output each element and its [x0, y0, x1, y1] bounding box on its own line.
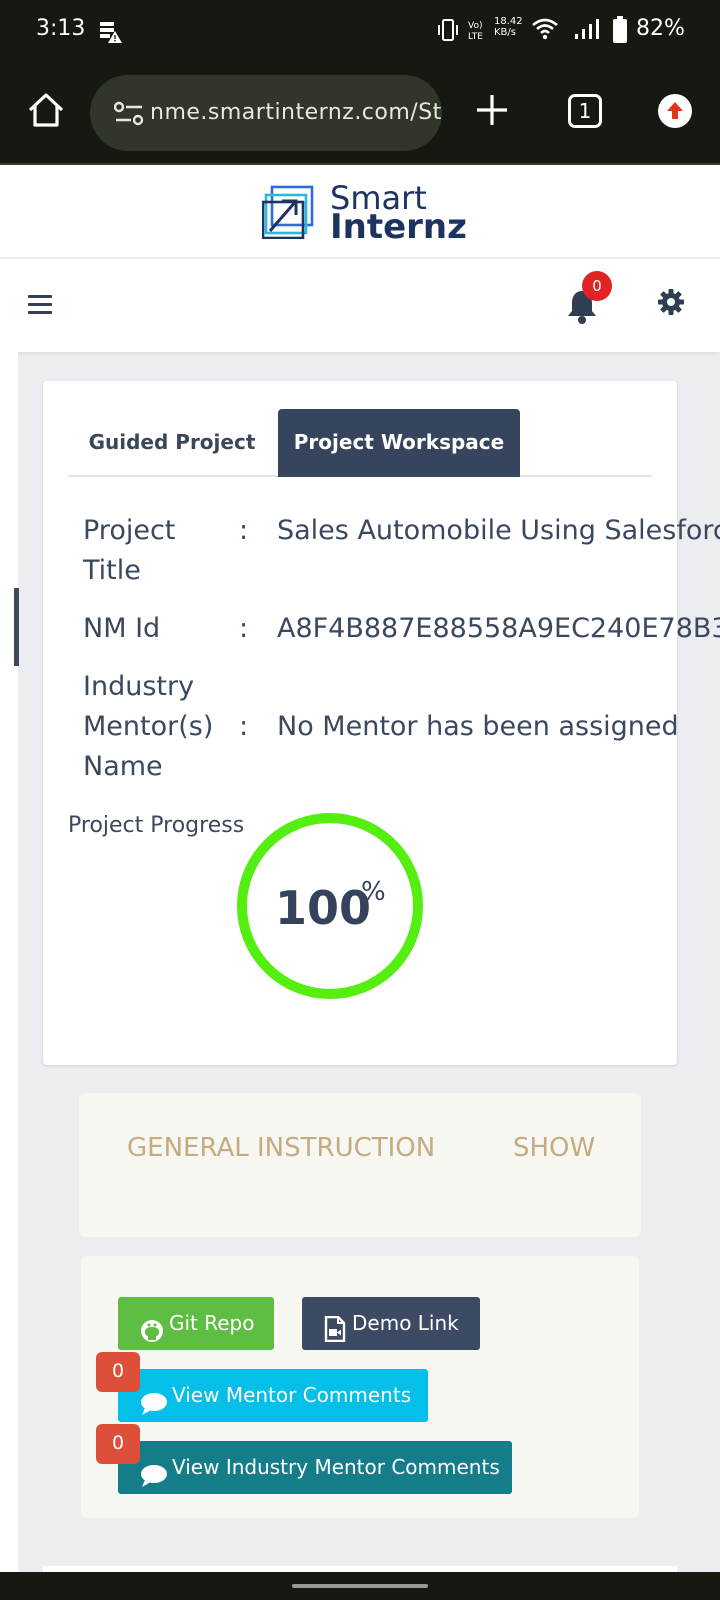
- app-navbar: 0: [0, 259, 720, 352]
- git-repo-button[interactable]: Git Repo: [118, 1297, 274, 1350]
- general-instruction-panel: GENERAL INSTRUCTION SHOW: [79, 1093, 641, 1237]
- settings-gear-icon[interactable]: [658, 289, 684, 315]
- nm-id-label: NM Id: [83, 613, 161, 644]
- logo-icon[interactable]: [261, 185, 316, 243]
- address-bar[interactable]: nme.smartinternz.com/Student/...: [90, 75, 442, 151]
- industry-mentor-label-3: Name: [83, 751, 163, 782]
- git-repo-label: Git Repo: [169, 1311, 255, 1335]
- view-industry-mentor-comments-button[interactable]: View Industry Mentor Comments: [118, 1441, 512, 1494]
- data-saver-warning-icon: [98, 20, 122, 48]
- sidebar-handle[interactable]: [14, 588, 19, 666]
- github-icon: [140, 1310, 164, 1363]
- mentor-comments-count-badge: 0: [96, 1352, 140, 1392]
- project-tabs: Guided Project Project Workspace: [68, 409, 652, 477]
- project-title-label: Project Title: [83, 515, 176, 586]
- sidebar-collapsed: [0, 352, 18, 1600]
- nm-id-value: A8F4B887E88558A9EC240E78B3B: [277, 613, 720, 644]
- comment-icon: [140, 1455, 168, 1508]
- view-mentor-comments-button[interactable]: View Mentor Comments: [118, 1369, 428, 1422]
- comment-icon: [140, 1383, 168, 1436]
- volte-icon: Vo) LTE: [466, 18, 488, 45]
- show-instructions-toggle[interactable]: SHOW: [513, 1133, 595, 1163]
- video-file-icon: [324, 1309, 346, 1362]
- wifi-icon: [532, 18, 558, 44]
- hamburger-menu-icon[interactable]: [28, 295, 52, 315]
- vibrate-icon: [437, 18, 459, 46]
- industry-mentor-value: No Mentor has been assigned: [277, 711, 679, 742]
- home-icon[interactable]: [26, 90, 66, 130]
- progress-unit: %: [361, 877, 386, 907]
- project-title-value: Sales Automobile Using Salesforce: [277, 515, 720, 546]
- nm-id-colon: :: [239, 613, 249, 644]
- view-mentor-comments-label: View Mentor Comments: [172, 1383, 412, 1407]
- tab-switcher-button[interactable]: 1: [568, 94, 602, 128]
- progress-value: 100: [275, 881, 372, 935]
- general-instruction-title: GENERAL INSTRUCTION: [127, 1133, 436, 1163]
- project-title-colon: :: [239, 515, 249, 546]
- demo-link-button[interactable]: Demo Link: [302, 1297, 480, 1350]
- battery-percent: 82%: [636, 16, 685, 41]
- status-bar: 3:13 Vo) LTE 18.42 KB/s 82%: [0, 0, 720, 62]
- logo-text-internz: Internz: [330, 207, 467, 247]
- signal-icon: [574, 18, 600, 44]
- project-card: Guided Project Project Workspace Project…: [43, 381, 720, 1065]
- site-logo-header: Smart Internz: [0, 165, 720, 257]
- notification-badge: 0: [582, 271, 612, 301]
- industry-comments-count-badge: 0: [96, 1424, 140, 1464]
- project-actions-panel: Git Repo Demo Link View Mentor Comments …: [81, 1256, 639, 1518]
- browser-toolbar: nme.smartinternz.com/Student/... 1: [0, 62, 720, 165]
- site-settings-icon[interactable]: [113, 101, 144, 131]
- battery-icon: [612, 16, 628, 48]
- status-time: 3:13: [36, 16, 86, 41]
- demo-link-label: Demo Link: [352, 1311, 459, 1335]
- update-icon[interactable]: [658, 94, 692, 128]
- svg-text:LTE: LTE: [468, 32, 483, 42]
- tab-project-workspace[interactable]: Project Workspace: [278, 409, 520, 477]
- gesture-handle[interactable]: [292, 1584, 428, 1588]
- tab-guided-project[interactable]: Guided Project: [68, 409, 276, 477]
- navigation-gesture-bar: [0, 1572, 720, 1600]
- svg-text:Vo): Vo): [468, 21, 482, 31]
- industry-mentor-label-2: Mentor(s): [83, 711, 214, 742]
- industry-mentor-label-1: Industry: [83, 671, 195, 702]
- project-progress-label: Project Progress: [68, 813, 245, 838]
- industry-mentor-colon: :: [239, 711, 249, 742]
- new-tab-icon[interactable]: [472, 90, 512, 130]
- network-speed: 18.42 KB/s: [494, 16, 523, 38]
- view-industry-mentor-comments-label: View Industry Mentor Comments: [172, 1455, 500, 1479]
- url-text: nme.smartinternz.com/Student/...: [150, 100, 442, 125]
